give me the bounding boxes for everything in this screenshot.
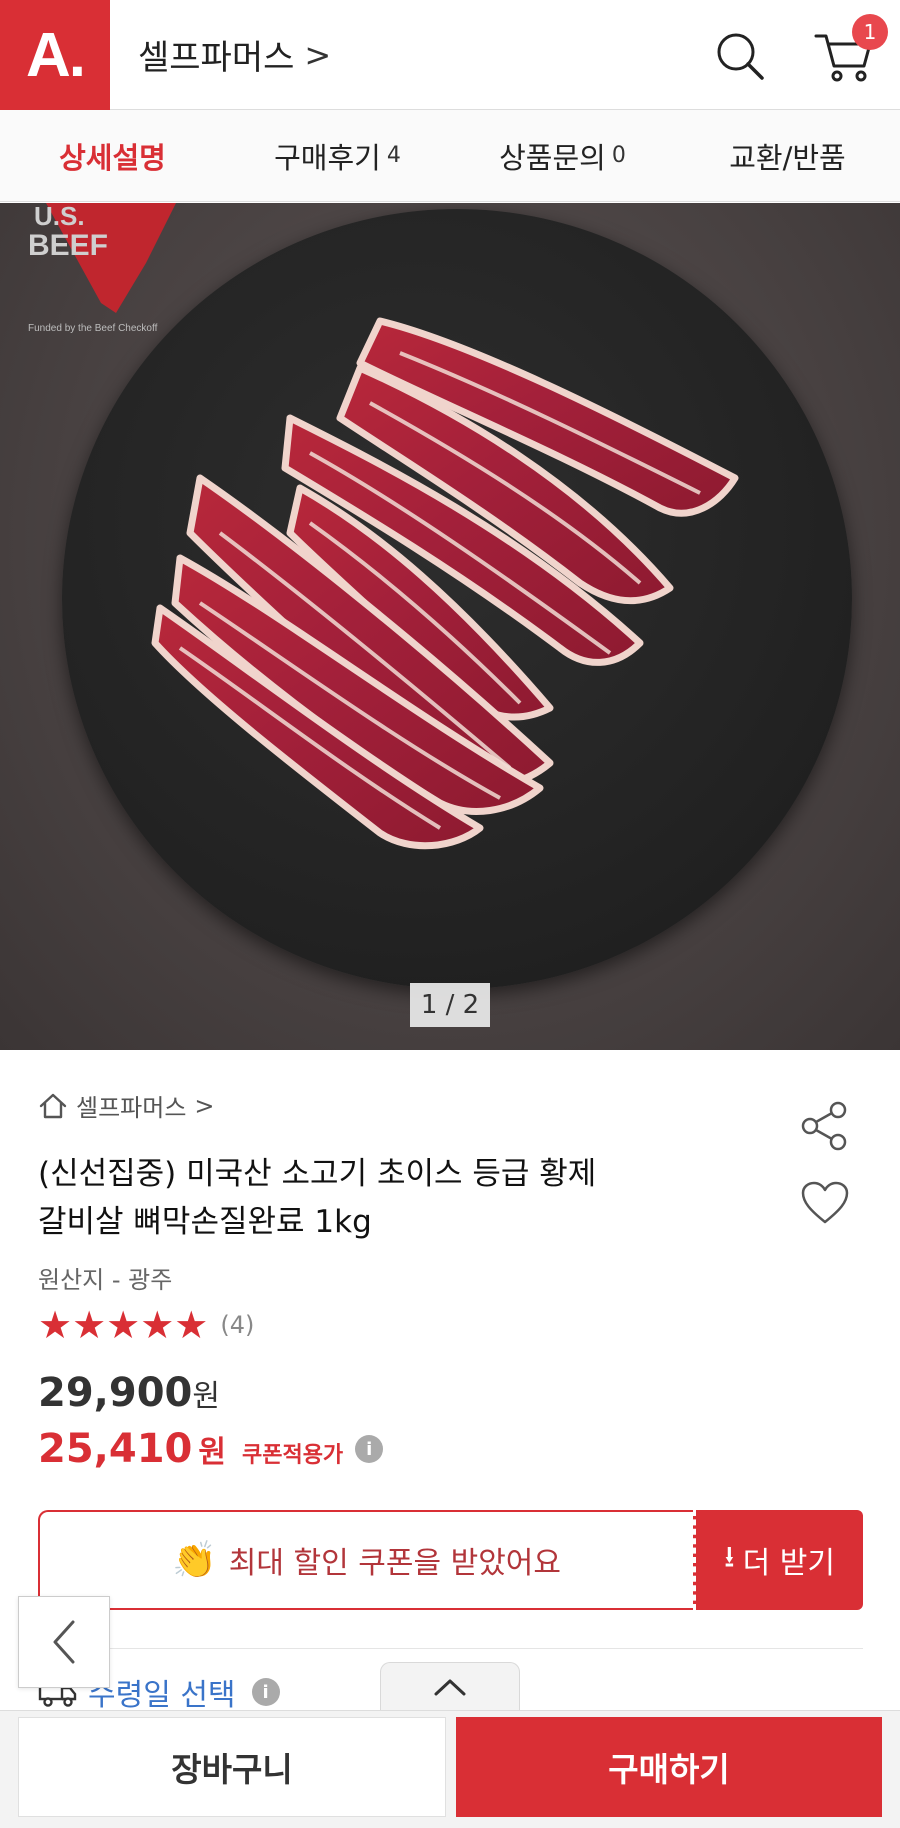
svg-text:Funded by the Beef Checkoff: Funded by the Beef Checkoff xyxy=(28,323,158,334)
product-origin: 원산지 - 광주 xyxy=(38,1266,173,1294)
tab-inquiries[interactable]: 상품문의 0 xyxy=(450,110,675,201)
coupon-price-amount: 25,410 xyxy=(38,1426,193,1472)
brand-logo[interactable]: A. xyxy=(0,0,110,110)
original-price: 29,900원 xyxy=(38,1370,220,1416)
tab-count: 4 xyxy=(386,143,401,168)
tab-label: 상세설명 xyxy=(59,140,166,175)
rating-stars: ★★★★★ xyxy=(38,1303,209,1347)
currency-unit: 원 xyxy=(198,1435,226,1470)
cart-count-badge: 1 xyxy=(852,14,888,50)
product-image-carousel[interactable]: U.S. BEEF Funded by the Beef Checkoff 1 … xyxy=(0,203,900,1050)
chevron-left-icon xyxy=(53,1620,75,1664)
chevron-right-icon: > xyxy=(194,1091,215,1120)
get-more-label: 더 받기 xyxy=(742,1546,835,1581)
heart-icon[interactable] xyxy=(800,1180,850,1226)
coupon-received-banner[interactable]: 👏 최대 할인 쿠폰을 받았어요 xyxy=(38,1510,693,1610)
app-header: A. 셀프파머스 > 1 xyxy=(0,0,900,110)
divider xyxy=(38,1648,863,1649)
back-button[interactable] xyxy=(18,1596,110,1688)
chevron-up-icon xyxy=(434,1679,466,1695)
chevron-right-icon: > xyxy=(304,35,332,74)
buy-now-button[interactable]: 구매하기 xyxy=(456,1717,882,1817)
get-more-coupons-button[interactable]: ⭳ 더 받기 xyxy=(693,1510,863,1610)
store-link[interactable]: 셀프파머스 > xyxy=(138,30,331,79)
original-price-amount: 29,900 xyxy=(38,1370,193,1416)
share-icon[interactable] xyxy=(798,1100,850,1152)
home-icon xyxy=(39,1093,67,1118)
coupon-price: 25,410 원 쿠폰적용가 i xyxy=(38,1426,384,1472)
tab-exchange-return[interactable]: 교환/반품 xyxy=(675,110,900,201)
breadcrumb-store: 셀프파머스 xyxy=(76,1094,187,1122)
clapping-hands-icon: 👏 xyxy=(171,1540,217,1581)
rating-count: (4) xyxy=(220,1311,255,1339)
coupon-price-label: 쿠폰적용가 xyxy=(241,1443,344,1468)
tab-label: 구매후기 xyxy=(274,140,381,175)
svg-text:U.S.: U.S. xyxy=(34,203,85,231)
store-name: 셀프파머스 xyxy=(138,38,295,78)
bottom-action-bar: 장바구니 구매하기 xyxy=(0,1710,900,1828)
svg-text:BEEF: BEEF xyxy=(28,229,108,262)
product-rating[interactable]: ★★★★★ (4) xyxy=(38,1306,254,1344)
detail-tabs: 상세설명 구매후기 4 상품문의 0 교환/반품 xyxy=(0,110,900,202)
tab-reviews[interactable]: 구매후기 4 xyxy=(225,110,450,201)
tab-label: 교환/반품 xyxy=(729,140,846,175)
coupon-message: 최대 할인 쿠폰을 받았어요 xyxy=(228,1546,562,1581)
search-icon[interactable] xyxy=(712,28,768,84)
tab-count: 0 xyxy=(611,143,626,168)
info-icon[interactable]: i xyxy=(355,1435,384,1463)
product-title-line: 갈비살 뼈막손질완료 1kg xyxy=(38,1204,372,1240)
add-to-cart-button[interactable]: 장바구니 xyxy=(18,1717,446,1817)
product-title-line: (신선집중) 미국산 소고기 초이스 등급 황제 xyxy=(38,1156,597,1192)
expand-options-handle[interactable] xyxy=(380,1662,520,1710)
product-title: (신선집중) 미국산 소고기 초이스 등급 황제 갈비살 뼈막손질완료 1kg xyxy=(38,1150,738,1246)
currency-unit: 원 xyxy=(192,1379,220,1414)
tab-description[interactable]: 상세설명 xyxy=(0,110,225,201)
download-arrow-icon: ⭳ xyxy=(724,1539,735,1575)
breadcrumb[interactable]: 셀프파머스 > xyxy=(38,1088,215,1123)
tab-label: 상품문의 xyxy=(499,140,606,175)
info-icon[interactable]: i xyxy=(251,1678,280,1706)
delivery-date-label: 수령일 선택 xyxy=(88,1678,236,1713)
carousel-page-indicator: 1 / 2 xyxy=(410,983,490,1027)
us-beef-logo: U.S. BEEF Funded by the Beef Checkoff xyxy=(28,203,176,334)
